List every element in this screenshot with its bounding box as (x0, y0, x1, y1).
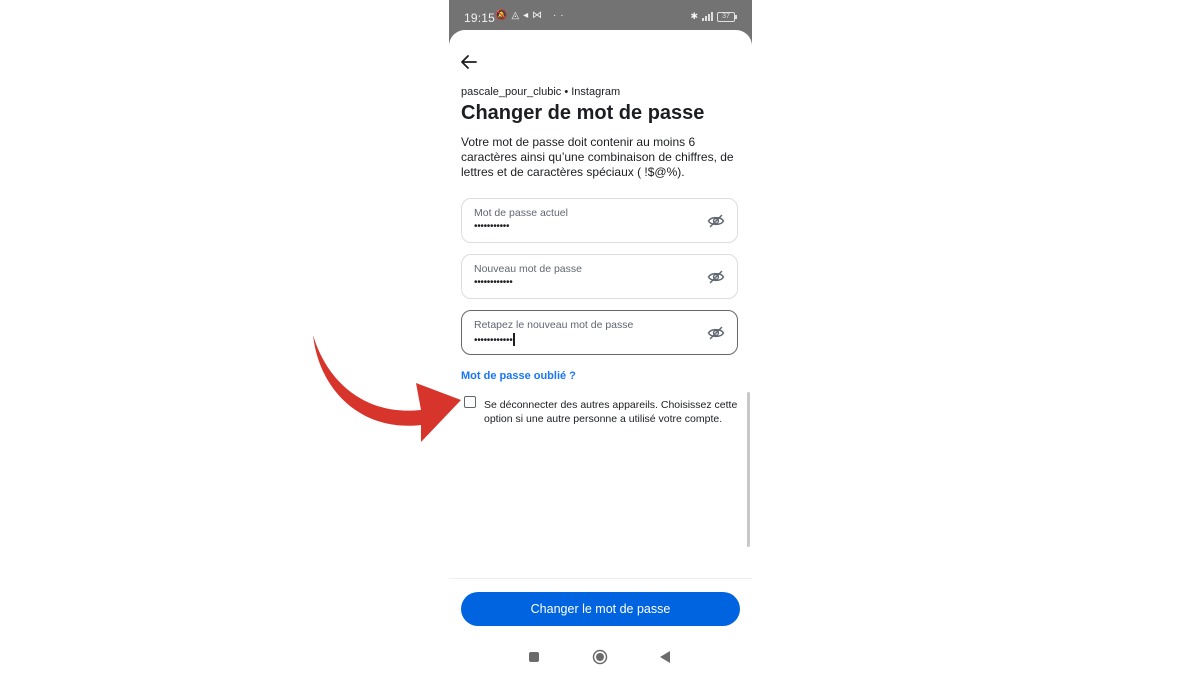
password-requirements: Votre mot de passe doit contenir au moin… (461, 135, 734, 179)
system-status-icons: ✱ 37 (690, 11, 737, 22)
field-label: Nouveau mot de passe (474, 263, 582, 275)
android-nav-bar (449, 640, 752, 675)
field-value[interactable]: •••••••••••• (474, 277, 513, 288)
field-label: Mot de passe actuel (474, 207, 568, 219)
battery-icon: 37 (717, 11, 737, 22)
current-password-field[interactable]: Mot de passe actuel ••••••••••• (461, 198, 738, 243)
account-label: pascale_pour_clubic • Instagram (461, 86, 621, 98)
nav-recents-icon[interactable] (529, 652, 539, 662)
new-password-field[interactable]: Nouveau mot de passe •••••••••••• (461, 254, 738, 299)
notification-icons: 🔕◬◂⋈ ·· (495, 10, 568, 21)
field-value-wrapper[interactable]: •••••••••••• (474, 333, 515, 346)
nav-home-icon[interactable] (592, 649, 608, 665)
field-value[interactable]: ••••••••••• (474, 221, 510, 232)
logout-other-devices-checkbox[interactable] (464, 396, 476, 408)
divider (449, 578, 752, 579)
bluetooth-icon: ✱ (690, 11, 698, 21)
back-arrow-icon[interactable] (460, 54, 478, 70)
change-password-button[interactable]: Changer le mot de passe (461, 592, 740, 626)
confirm-password-field[interactable]: Retapez le nouveau mot de passe ••••••••… (461, 310, 738, 355)
eye-off-icon[interactable] (707, 213, 725, 229)
phone-screen: 19:15 🔕◬◂⋈ ·· ✱ 37 pascale_pour_clubic •… (449, 0, 752, 675)
eye-off-icon[interactable] (707, 325, 725, 341)
field-label: Retapez le nouveau mot de passe (474, 319, 634, 331)
eye-off-icon[interactable] (707, 269, 725, 285)
scrollbar[interactable] (747, 392, 750, 547)
nav-back-icon[interactable] (659, 650, 671, 664)
logout-other-devices-label: Se déconnecter des autres appareils. Cho… (484, 399, 738, 425)
field-value: •••••••••••• (474, 335, 513, 346)
change-password-sheet: pascale_pour_clubic • Instagram Changer … (449, 30, 752, 675)
forgot-password-link[interactable]: Mot de passe oublié ? (461, 370, 576, 382)
signal-icon (702, 12, 713, 21)
text-caret (513, 333, 515, 346)
red-arrow-annotation (313, 335, 461, 442)
status-time: 19:15 (464, 11, 496, 25)
page-title: Changer de mot de passe (461, 102, 705, 124)
